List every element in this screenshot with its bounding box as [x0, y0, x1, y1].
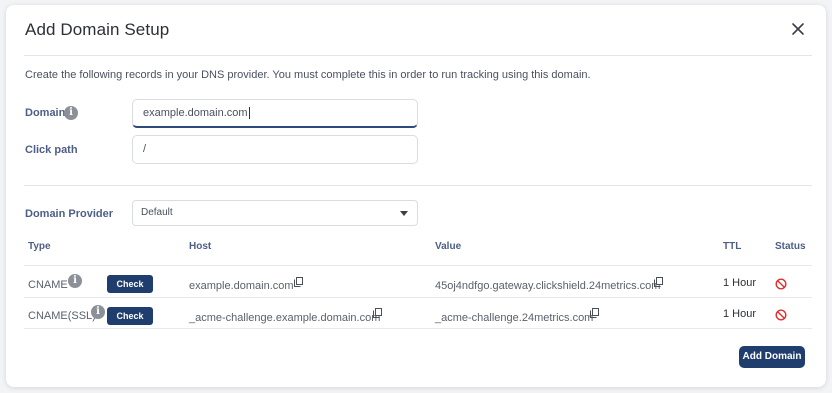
row-2-type: CNAME(SSL)	[28, 310, 96, 322]
row-1-ttl: 1 Hour	[723, 277, 757, 289]
domain-provider-select[interactable]: Default	[132, 200, 418, 226]
th-ttl: TTL	[723, 241, 742, 252]
text-caret	[248, 107, 250, 120]
copy-icon[interactable]	[373, 308, 382, 318]
domain-info-icon[interactable]: i	[64, 106, 78, 120]
th-status: Status	[775, 241, 806, 252]
table-header-line	[24, 265, 812, 266]
row-2-info-icon[interactable]: i	[91, 305, 105, 319]
add-domain-modal: Add Domain Setup Create the following re…	[6, 5, 826, 387]
row-1-info-icon[interactable]: i	[68, 274, 82, 288]
row-1-line	[24, 297, 812, 298]
domain-provider-value: Default	[141, 207, 173, 218]
domain-label: Domain	[25, 107, 66, 119]
click-path-label: Click path	[25, 144, 78, 156]
row-1-value: 45oj4ndfgo.gateway.clickshield.24metrics…	[435, 280, 661, 292]
blocked-icon	[775, 278, 787, 290]
domain-input-value: example.domain.com	[143, 107, 248, 119]
header-divider	[24, 55, 812, 56]
click-path-value: /	[143, 143, 147, 155]
add-domain-button[interactable]: Add Domain	[739, 346, 805, 368]
th-value: Value	[435, 241, 462, 252]
copy-icon[interactable]	[654, 277, 663, 287]
copy-icon[interactable]	[590, 308, 599, 318]
th-host: Host	[189, 241, 212, 252]
th-type: Type	[28, 241, 51, 252]
copy-icon[interactable]	[294, 277, 303, 287]
close-icon[interactable]	[789, 20, 807, 38]
click-path-input[interactable]: /	[132, 135, 418, 164]
row-1-type: CNAME	[28, 279, 68, 291]
row-1-host: example.domain.com	[189, 280, 294, 292]
modal-description: Create the following records in your DNS…	[25, 69, 591, 81]
row-1-check-button[interactable]: Check	[107, 275, 153, 293]
domain-provider-label: Domain Provider	[25, 208, 114, 220]
domain-input[interactable]: example.domain.com	[132, 99, 418, 128]
section-divider	[24, 185, 812, 186]
row-2-host: _acme-challenge.example.domain.com	[189, 312, 381, 324]
modal-title: Add Domain Setup	[25, 20, 170, 39]
chevron-down-icon	[400, 211, 408, 216]
row-2-check-button[interactable]: Check	[107, 307, 153, 325]
row-2-ttl: 1 Hour	[723, 308, 757, 320]
row-2-line	[24, 328, 812, 329]
blocked-icon	[775, 309, 787, 321]
row-2-value: _acme-challenge.24metrics.com	[435, 312, 594, 324]
